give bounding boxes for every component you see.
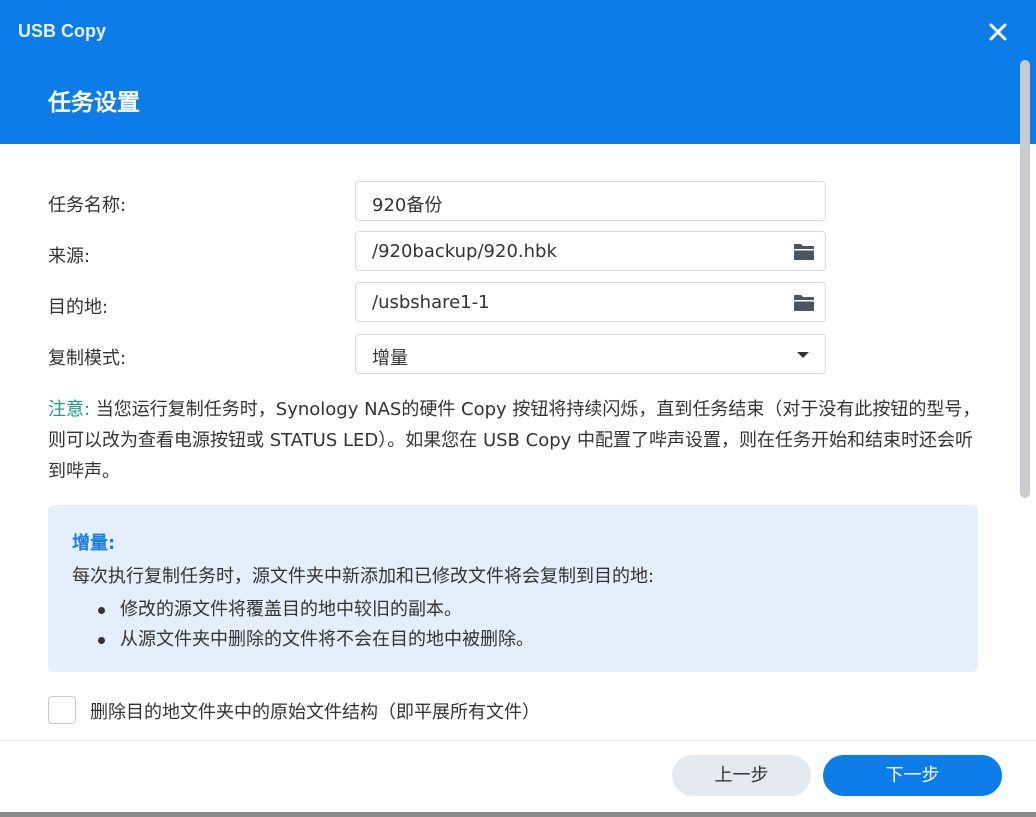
next-button[interactable]: 下一步 [823, 755, 1002, 796]
copy-mode-select[interactable]: 增量 [355, 334, 826, 374]
list-item: 从源文件夹中删除的文件将不会在目的地中被删除。 [98, 625, 534, 655]
info-description: 每次执行复制任务时，源文件夹中新添加和已修改文件将会复制到目的地: [72, 566, 655, 587]
task-name-input[interactable]: 920备份 [355, 181, 826, 221]
mode-info-box: 增量: 每次执行复制任务时，源文件夹中新添加和已修改文件将会复制到目的地: 修改… [48, 505, 978, 672]
window-title: USB Copy [18, 21, 107, 41]
previous-button[interactable]: 上一步 [672, 755, 811, 796]
source-label: 来源: [48, 246, 91, 267]
destination-value: /usbshare1-1 [372, 292, 490, 313]
info-bullet-list: 修改的源文件将覆盖目的地中较旧的副本。 从源文件夹中删除的文件将不会在目的地中被… [98, 595, 534, 655]
footer-divider [0, 740, 1036, 741]
close-button[interactable] [986, 20, 1010, 44]
usb-copy-dialog: USB Copy 任务设置 任务名称: 920备份 来源: /920backup… [0, 0, 1036, 812]
source-value: /920backup/920.hbk [372, 241, 557, 262]
scrollbar-thumb[interactable] [1020, 60, 1030, 498]
folder-icon[interactable] [793, 242, 815, 262]
flatten-structure-checkbox[interactable] [48, 696, 76, 724]
page-title: 任务设置 [48, 90, 140, 116]
info-title: 增量: [72, 533, 116, 554]
close-icon [989, 23, 1007, 41]
dialog-header: USB Copy 任务设置 [0, 0, 1036, 144]
chevron-down-icon [797, 352, 809, 358]
task-name-value: 920备份 [372, 195, 443, 216]
flatten-structure-label[interactable]: 删除目的地文件夹中的原始文件结构（即平展所有文件） [90, 698, 540, 724]
source-input[interactable]: /920backup/920.hbk [355, 231, 826, 271]
note-body: 当您运行复制任务时，Synology NAS的硬件 Copy 按钮将持续闪烁，直… [48, 399, 981, 482]
folder-icon[interactable] [793, 293, 815, 313]
scrollbar[interactable] [1018, 60, 1032, 500]
list-item: 修改的源文件将覆盖目的地中较旧的副本。 [98, 595, 534, 625]
background-strip [0, 812, 1036, 817]
task-name-label: 任务名称: [48, 195, 127, 216]
note-label: 注意: [48, 399, 91, 420]
copy-mode-label: 复制模式: [48, 348, 127, 369]
destination-input[interactable]: /usbshare1-1 [355, 282, 826, 322]
copy-mode-value: 增量 [372, 348, 408, 369]
note-text: 注意: 当您运行复制任务时，Synology NAS的硬件 Copy 按钮将持续… [48, 394, 983, 487]
destination-label: 目的地: [48, 297, 109, 318]
